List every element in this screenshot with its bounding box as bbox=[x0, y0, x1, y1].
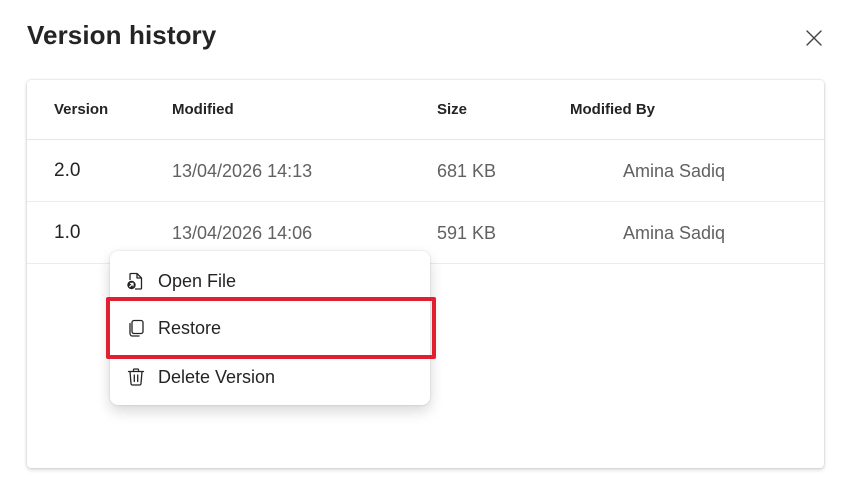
menu-item-label: Restore bbox=[158, 317, 222, 338]
column-header-version[interactable]: Version bbox=[54, 101, 108, 118]
menu-item-delete-version[interactable]: Delete Version bbox=[110, 354, 430, 400]
cell-modified-by: Amina Sadiq bbox=[623, 161, 726, 181]
cell-version: 1.0 bbox=[54, 222, 81, 243]
open-file-icon bbox=[127, 272, 143, 290]
menu-item-label: Delete Version bbox=[158, 366, 276, 387]
column-header-modified[interactable]: Modified bbox=[172, 101, 234, 118]
trash-icon bbox=[127, 368, 145, 386]
version-context-menu: Open File Restore Delete Version bbox=[110, 251, 430, 405]
version-history-dialog: Version history Version Modified Size Mo… bbox=[0, 0, 850, 492]
menu-item-label: Open File bbox=[158, 270, 237, 291]
dialog-title: Version history bbox=[27, 20, 217, 50]
cell-modified: 13/04/2026 14:13 bbox=[172, 161, 313, 181]
cell-modified-by: Amina Sadiq bbox=[623, 223, 726, 243]
close-button[interactable] bbox=[800, 24, 828, 52]
cell-size: 591 KB bbox=[437, 223, 497, 243]
restore-icon bbox=[129, 319, 144, 337]
cell-version: 2.0 bbox=[54, 160, 81, 181]
cell-modified: 13/04/2026 14:06 bbox=[172, 223, 313, 243]
menu-item-restore[interactable]: Restore bbox=[110, 305, 430, 351]
cell-size: 681 KB bbox=[437, 161, 497, 181]
column-header-size[interactable]: Size bbox=[437, 101, 467, 118]
column-header-modified-by[interactable]: Modified By bbox=[570, 101, 655, 118]
table-row[interactable]: 2.0 13/04/2026 14:13 681 KB Amina Sadiq bbox=[27, 140, 824, 202]
menu-item-open-file[interactable]: Open File bbox=[110, 258, 430, 304]
table-header: Version Modified Size Modified By bbox=[27, 80, 824, 140]
close-icon bbox=[806, 30, 822, 46]
